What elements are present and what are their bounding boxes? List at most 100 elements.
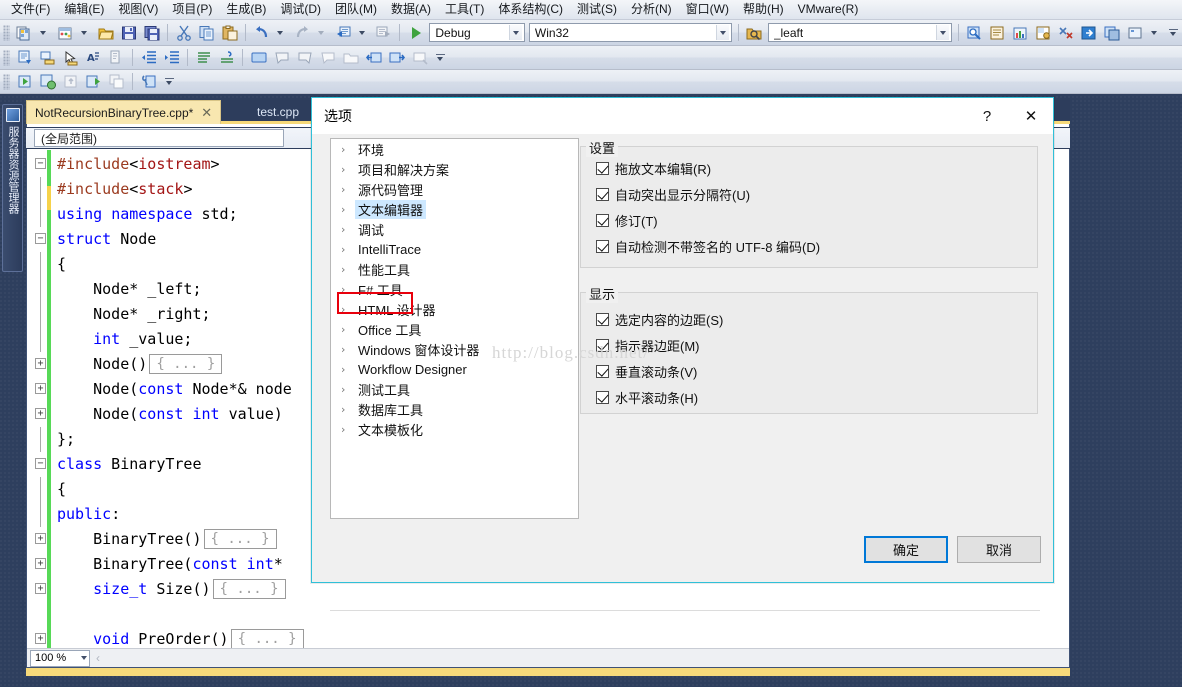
- list-members-icon[interactable]: [14, 47, 35, 68]
- step-out-icon[interactable]: [60, 71, 81, 92]
- save-icon[interactable]: [119, 22, 140, 43]
- run-with-settings-icon[interactable]: [37, 71, 58, 92]
- toolbar-overflow-icon[interactable]: [432, 47, 448, 68]
- close-button[interactable]: ✕: [1009, 101, 1053, 131]
- tree-item-13[interactable]: › 数据库工具: [331, 399, 578, 419]
- clear-bookmarks-icon[interactable]: [409, 47, 430, 68]
- error-list-dropdown-icon[interactable]: [1147, 22, 1163, 43]
- toolbox-icon[interactable]: [1010, 22, 1031, 43]
- toolbar-overflow-icon[interactable]: [161, 71, 177, 92]
- new-item-dropdown-icon[interactable]: [78, 22, 94, 43]
- save-all-icon[interactable]: [141, 22, 162, 43]
- option-horizontal-scrollbar[interactable]: 水平滚动条(H): [596, 388, 698, 407]
- platform-combo[interactable]: Win32: [528, 23, 732, 42]
- navigate-forward-icon[interactable]: [374, 22, 395, 43]
- collapse-icon[interactable]: −: [35, 158, 46, 169]
- new-item-icon[interactable]: [55, 22, 76, 43]
- expand-icon[interactable]: +: [35, 383, 46, 394]
- undo-dropdown-icon[interactable]: [274, 22, 290, 43]
- menu-edit[interactable]: 编辑(E): [57, 0, 111, 19]
- error-list-icon[interactable]: [1124, 22, 1145, 43]
- chevron-right-icon[interactable]: ›: [341, 283, 355, 296]
- menu-tools[interactable]: 工具(T): [438, 0, 491, 19]
- checkbox-icon[interactable]: [596, 188, 609, 201]
- collapse-icon[interactable]: −: [35, 233, 46, 244]
- checkbox-icon[interactable]: [596, 339, 609, 352]
- tree-item-9[interactable]: › Office 工具: [331, 319, 578, 339]
- menu-vmware[interactable]: VMware(R): [791, 0, 866, 19]
- new-project-icon[interactable]: [14, 22, 35, 43]
- tree-item-4[interactable]: › 调试: [331, 219, 578, 239]
- undo-icon[interactable]: [251, 22, 272, 43]
- uncomment-selection-icon[interactable]: [216, 47, 237, 68]
- step-over-icon[interactable]: [83, 71, 104, 92]
- chevron-right-icon[interactable]: ›: [341, 203, 355, 216]
- find-scope-icon[interactable]: [744, 22, 765, 43]
- collapsed-block[interactable]: { ... }: [212, 579, 286, 599]
- menu-project[interactable]: 项目(P): [165, 0, 219, 19]
- chevron-right-icon[interactable]: ›: [341, 343, 355, 356]
- quick-info-icon[interactable]: [37, 47, 58, 68]
- find-in-files-icon[interactable]: [964, 22, 985, 43]
- help-button[interactable]: ?: [965, 101, 1009, 131]
- dialog-titlebar[interactable]: 选项 ? ✕: [312, 98, 1053, 134]
- menu-architecture[interactable]: 体系结构(C): [491, 0, 570, 19]
- object-browser-icon[interactable]: [1056, 22, 1077, 43]
- tree-item-12[interactable]: › 测试工具: [331, 379, 578, 399]
- checkbox-icon[interactable]: [596, 162, 609, 175]
- option-indicator-margin[interactable]: 指示器边距(M): [596, 336, 700, 355]
- scope-combo[interactable]: (全局范围): [34, 129, 284, 147]
- menu-analyze[interactable]: 分析(N): [624, 0, 679, 19]
- redo-icon[interactable]: [292, 22, 313, 43]
- expand-icon[interactable]: +: [35, 633, 46, 644]
- tree-item-0[interactable]: › 环境: [331, 139, 578, 159]
- toolbar-overflow-icon[interactable]: [1165, 22, 1181, 43]
- tree-item-10[interactable]: › Windows 窗体设计器: [331, 339, 578, 359]
- open-file-icon[interactable]: [96, 22, 117, 43]
- option-vertical-scrollbar[interactable]: 垂直滚动条(V): [596, 362, 697, 381]
- chevron-right-icon[interactable]: ›: [341, 303, 355, 316]
- tree-item-14[interactable]: › 文本模板化: [331, 419, 578, 439]
- build-configuration-icon[interactable]: [138, 71, 159, 92]
- chevron-down-icon[interactable]: [508, 25, 522, 40]
- toolbar-grip[interactable]: [3, 49, 10, 66]
- menu-data[interactable]: 数据(A): [384, 0, 438, 19]
- toggle-outlining-icon[interactable]: [106, 47, 127, 68]
- expand-icon[interactable]: +: [35, 558, 46, 569]
- menu-view[interactable]: 视图(V): [111, 0, 165, 19]
- tree-item-3[interactable]: › 文本编辑器: [331, 199, 578, 219]
- chevron-down-icon[interactable]: [935, 25, 949, 40]
- copy-icon[interactable]: [196, 22, 217, 43]
- ok-button[interactable]: 确定: [864, 536, 948, 563]
- tab-notrecursionbinarytree-cpp[interactable]: NotRecursionBinaryTree.cpp* ✕: [26, 100, 222, 124]
- previous-bookmark-icon[interactable]: [271, 47, 292, 68]
- navigate-next-icon[interactable]: [1078, 22, 1099, 43]
- chevron-right-icon[interactable]: ›: [341, 263, 355, 276]
- chevron-right-icon[interactable]: ›: [341, 383, 355, 396]
- toolbar-grip[interactable]: [3, 24, 10, 41]
- option-auto-highlight-delimiters[interactable]: 自动突出显示分隔符(U): [596, 185, 750, 204]
- window-layout-icon[interactable]: [1101, 22, 1122, 43]
- collapse-icon[interactable]: −: [35, 458, 46, 469]
- tab-test-cpp[interactable]: test.cpp: [249, 100, 307, 124]
- menu-window[interactable]: 窗口(W): [679, 0, 736, 19]
- menu-team[interactable]: 团队(M): [328, 0, 384, 19]
- chevron-right-icon[interactable]: ›: [341, 323, 355, 336]
- chevron-right-icon[interactable]: ›: [341, 223, 355, 236]
- chevron-right-icon[interactable]: ›: [341, 403, 355, 416]
- option-track-changes[interactable]: 修订(T): [596, 211, 658, 230]
- bookmark-folder-icon[interactable]: [340, 47, 361, 68]
- configuration-combo[interactable]: Debug: [429, 23, 525, 42]
- move-bookmark-back-icon[interactable]: [363, 47, 384, 68]
- expand-icon[interactable]: +: [35, 583, 46, 594]
- menu-file[interactable]: 文件(F): [4, 0, 57, 19]
- menu-build[interactable]: 生成(B): [219, 0, 273, 19]
- option-drag-drop-text-editing[interactable]: 拖放文本编辑(R): [596, 159, 711, 178]
- complete-word-icon[interactable]: A: [83, 47, 104, 68]
- checkbox-icon[interactable]: [596, 214, 609, 227]
- chevron-right-icon[interactable]: ›: [341, 363, 355, 376]
- collapsed-block[interactable]: { ... }: [230, 629, 304, 648]
- step-into-icon[interactable]: [14, 71, 35, 92]
- expand-icon[interactable]: +: [35, 358, 46, 369]
- next-bookmark-icon[interactable]: [294, 47, 315, 68]
